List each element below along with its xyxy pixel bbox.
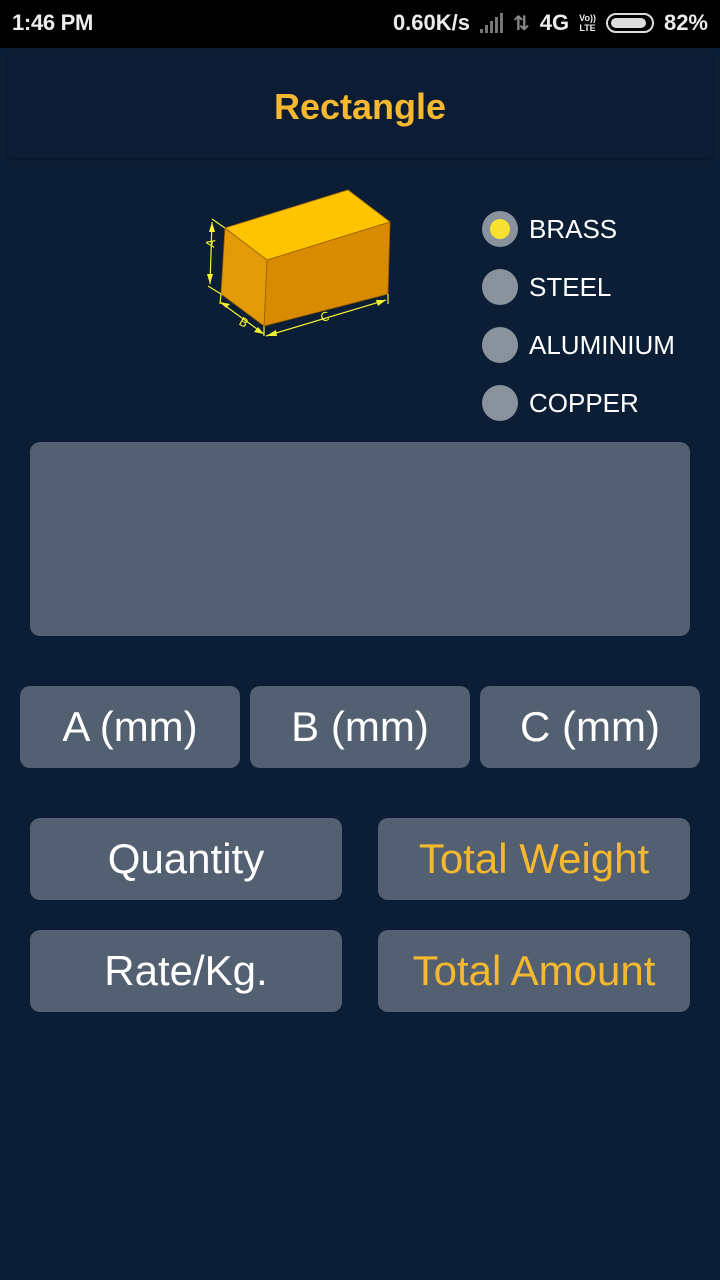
volte-icon: Vo)) LTE [579, 13, 596, 33]
material-option-aluminium[interactable]: ALUMINIUM [482, 316, 675, 374]
result-display-panel [30, 442, 690, 636]
quantity-input[interactable]: Quantity [30, 818, 342, 900]
title-bar: Rectangle [8, 56, 712, 158]
radio-button-selected[interactable] [482, 211, 518, 247]
radio-button[interactable] [482, 269, 518, 305]
rate-per-kg-input[interactable]: Rate/Kg. [30, 930, 342, 1012]
battery-percent: 82% [663, 10, 708, 35]
radio-button[interactable] [482, 385, 518, 421]
page-title: Rectangle [273, 86, 447, 127]
status-indicators: 0.60K/s ⇅ 4G Vo)) LTE 82% [393, 10, 708, 36]
material-option-copper[interactable]: COPPER [482, 374, 675, 432]
volte-bottom: LTE [579, 23, 596, 33]
status-time: 1:46 PM [12, 10, 94, 35]
status-bar: 1:46 PM 0.60K/s ⇅ 4G Vo)) LTE 82% [0, 0, 720, 48]
network-speed: 0.60K/s [392, 10, 470, 35]
material-option-steel[interactable]: STEEL [482, 258, 675, 316]
volte-top: Vo)) [579, 13, 596, 23]
dimension-b-input[interactable]: B (mm) [250, 686, 470, 768]
dimension-label-a: A [203, 237, 218, 248]
network-type: 4G [539, 10, 570, 35]
total-amount-output: Total Amount [378, 930, 690, 1012]
material-radio-group: BRASS STEEL ALUMINIUM COPPER [482, 200, 675, 432]
dimension-label-c: C [319, 309, 331, 325]
material-label: BRASS [529, 213, 618, 244]
signal-icon [480, 13, 503, 33]
dimension-c-input[interactable]: C (mm) [480, 686, 700, 768]
rectangular-block-icon: A B C [203, 189, 391, 337]
total-weight-output: Total Weight [378, 818, 690, 900]
material-label: STEEL [529, 271, 612, 302]
radio-button[interactable] [482, 327, 518, 363]
material-label: ALUMINIUM [529, 329, 675, 360]
battery-icon [605, 13, 654, 33]
data-arrows-icon: ⇅ [513, 12, 530, 35]
dimension-a-input[interactable]: A (mm) [20, 686, 240, 768]
material-option-brass[interactable]: BRASS [482, 200, 675, 258]
material-label: COPPER [529, 387, 639, 418]
